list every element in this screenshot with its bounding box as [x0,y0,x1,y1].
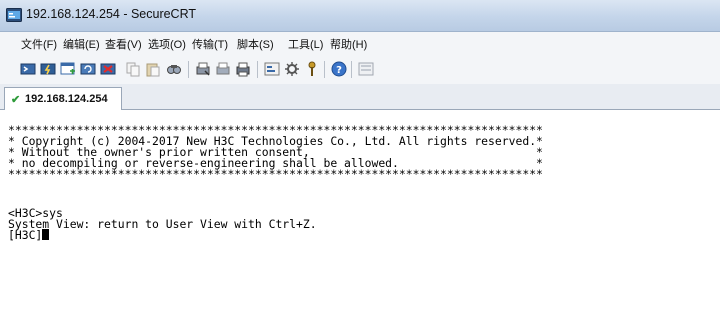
paste-icon[interactable] [145,61,161,77]
window-title: 192.168.124.254 - SecureCRT [26,7,197,21]
svg-text:?: ? [336,65,342,76]
securecrt-app-icon [6,8,22,22]
menu-options[interactable]: 选项(O) [148,36,186,52]
keymap-icon[interactable] [304,61,320,77]
print-selection-icon[interactable] [215,61,231,77]
connect-in-tab-icon[interactable] [60,61,76,77]
menu-tools[interactable]: 工具(L) [288,36,323,52]
terminal-area[interactable]: ****************************************… [0,110,720,320]
menu-transfer[interactable]: 传输(T) [192,36,228,52]
terminal-line: System View: return to User View with Ct… [8,217,317,231]
menu-view[interactable]: 查看(V) [105,36,142,52]
global-options-icon[interactable] [284,61,300,77]
menu-script[interactable]: 脚本(S) [237,36,274,52]
menu-help[interactable]: 帮助(H) [330,36,367,52]
find-icon[interactable] [166,61,182,77]
terminal-prompt: [H3C] [8,228,43,242]
check-icon: ✔ [11,94,21,106]
copy-icon[interactable] [125,61,141,77]
connect-icon[interactable] [20,61,36,77]
toolbar-separator [324,61,325,78]
menu-edit[interactable]: 编辑(E) [63,36,100,52]
disconnect-icon[interactable] [100,61,116,77]
menu-file[interactable]: 文件(F) [21,36,57,52]
toolbar: ? [0,54,720,85]
session-options-icon[interactable] [264,61,280,77]
toolbar-separator [257,61,258,78]
print-icon[interactable] [235,61,251,77]
session-tab-label: 192.168.124.254 [25,93,108,105]
menu-bar: 文件(F) 编辑(E) 查看(V) 选项(O) 传输(T) 脚本(S) 工具(L… [0,32,720,54]
terminal-cursor [42,229,50,240]
title-bar: 192.168.124.254 - SecureCRT [0,0,720,32]
terminal-line: ****************************************… [8,167,543,181]
help-icon[interactable]: ? [331,61,347,77]
log-session-icon[interactable] [358,61,374,77]
toolbar-separator [188,61,189,78]
toolbar-separator [351,61,352,78]
print-setup-icon[interactable] [195,61,211,77]
session-tab[interactable]: ✔ 192.168.124.254 [4,87,122,110]
quick-connect-icon[interactable] [40,61,56,77]
terminal-prompt-line: [H3C] [8,228,50,242]
session-tab-bar: ✔ 192.168.124.254 [0,84,720,110]
reconnect-icon[interactable] [80,61,96,77]
